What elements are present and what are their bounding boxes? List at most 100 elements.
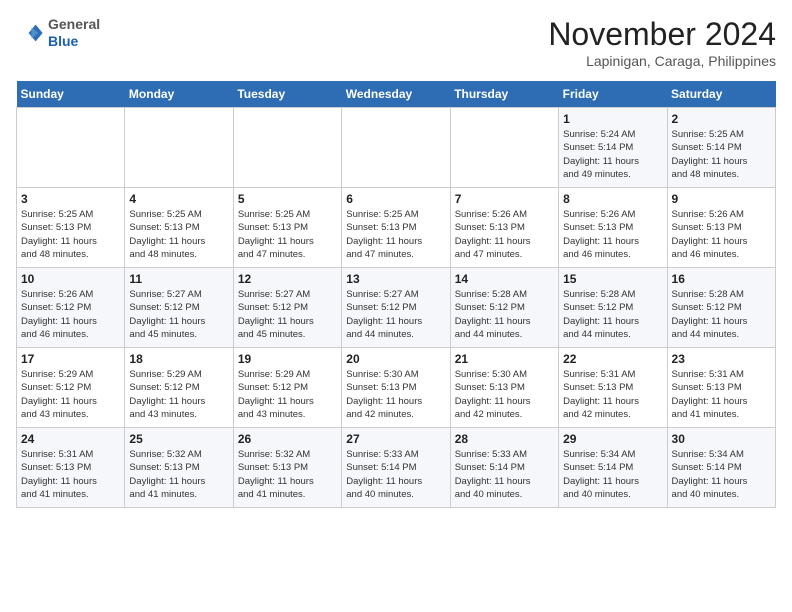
- weekday-header-thursday: Thursday: [450, 81, 558, 108]
- logo: General Blue: [16, 16, 100, 50]
- day-number: 22: [563, 352, 662, 366]
- calendar-week-4: 17 Sunrise: 5:29 AMSunset: 5:12 PMDayligh…: [17, 348, 776, 428]
- day-info: Sunrise: 5:30 AMSunset: 5:13 PMDaylight:…: [346, 368, 445, 421]
- day-info: Sunrise: 5:29 AMSunset: 5:12 PMDaylight:…: [129, 368, 228, 421]
- month-year-title: November 2024: [548, 16, 776, 53]
- title-block: November 2024 Lapinigan, Caraga, Philipp…: [548, 16, 776, 69]
- calendar-cell: 26Sunrise: 5:32 AMSunset: 5:13 PMDayligh…: [233, 428, 341, 508]
- calendar-cell: 4 Sunrise: 5:25 AMSunset: 5:13 PMDaylight…: [125, 188, 233, 268]
- day-number: 24: [21, 432, 120, 446]
- calendar-cell: 3 Sunrise: 5:25 AMSunset: 5:13 PMDaylight…: [17, 188, 125, 268]
- day-number: 23: [672, 352, 771, 366]
- calendar-cell: [125, 108, 233, 188]
- day-number: 25: [129, 432, 228, 446]
- calendar-cell: [17, 108, 125, 188]
- calendar-cell: 6 Sunrise: 5:25 AMSunset: 5:13 PMDaylight…: [342, 188, 450, 268]
- calendar-table: SundayMondayTuesdayWednesdayThursdayFrid…: [16, 81, 776, 508]
- calendar-cell: 28 Sunrise: 5:33 AMSunset: 5:14 PMDayligh…: [450, 428, 558, 508]
- weekday-header-sunday: Sunday: [17, 81, 125, 108]
- day-number: 10: [21, 272, 120, 286]
- weekday-header-friday: Friday: [559, 81, 667, 108]
- calendar-cell: 13 Sunrise: 5:27 AMSunset: 5:12 PMDayligh…: [342, 268, 450, 348]
- calendar-cell: 22Sunrise: 5:31 AMSunset: 5:13 PMDayligh…: [559, 348, 667, 428]
- day-info: Sunrise: 5:25 AMSunset: 5:13 PMDaylight:…: [238, 208, 337, 261]
- calendar-cell: 2 Sunrise: 5:25 AMSunset: 5:14 PMDaylight…: [667, 108, 775, 188]
- day-number: 5: [238, 192, 337, 206]
- day-info: Sunrise: 5:32 AMSunset: 5:13 PMDaylight:…: [238, 448, 337, 501]
- calendar-cell: [233, 108, 341, 188]
- day-number: 20: [346, 352, 445, 366]
- calendar-cell: 18Sunrise: 5:29 AMSunset: 5:12 PMDayligh…: [125, 348, 233, 428]
- day-info: Sunrise: 5:31 AMSunset: 5:13 PMDaylight:…: [672, 368, 771, 421]
- day-number: 15: [563, 272, 662, 286]
- calendar-cell: 25 Sunrise: 5:32 AMSunset: 5:13 PMDayligh…: [125, 428, 233, 508]
- calendar-cell: 19 Sunrise: 5:29 AMSunset: 5:12 PMDayligh…: [233, 348, 341, 428]
- calendar-cell: 29 Sunrise: 5:34 AMSunset: 5:14 PMDayligh…: [559, 428, 667, 508]
- calendar-cell: 8Sunrise: 5:26 AMSunset: 5:13 PMDaylight…: [559, 188, 667, 268]
- day-info: Sunrise: 5:33 AMSunset: 5:14 PMDaylight:…: [455, 448, 554, 501]
- calendar-cell: 24Sunrise: 5:31 AMSunset: 5:13 PMDayligh…: [17, 428, 125, 508]
- day-info: Sunrise: 5:29 AMSunset: 5:12 PMDaylight:…: [238, 368, 337, 421]
- day-info: Sunrise: 5:26 AMSunset: 5:12 PMDaylight:…: [21, 288, 120, 341]
- calendar-cell: 7 Sunrise: 5:26 AMSunset: 5:13 PMDaylight…: [450, 188, 558, 268]
- day-number: 12: [238, 272, 337, 286]
- day-info: Sunrise: 5:25 AMSunset: 5:13 PMDaylight:…: [346, 208, 445, 261]
- calendar-cell: 9Sunrise: 5:26 AMSunset: 5:13 PMDaylight…: [667, 188, 775, 268]
- day-number: 4: [129, 192, 228, 206]
- day-number: 3: [21, 192, 120, 206]
- day-info: Sunrise: 5:25 AMSunset: 5:13 PMDaylight:…: [21, 208, 120, 261]
- calendar-cell: 15 Sunrise: 5:28 AMSunset: 5:12 PMDayligh…: [559, 268, 667, 348]
- day-info: Sunrise: 5:26 AMSunset: 5:13 PMDaylight:…: [455, 208, 554, 261]
- calendar-cell: 5 Sunrise: 5:25 AMSunset: 5:13 PMDaylight…: [233, 188, 341, 268]
- weekday-header-saturday: Saturday: [667, 81, 775, 108]
- day-number: 7: [455, 192, 554, 206]
- day-info: Sunrise: 5:27 AMSunset: 5:12 PMDaylight:…: [346, 288, 445, 341]
- day-info: Sunrise: 5:28 AMSunset: 5:12 PMDaylight:…: [563, 288, 662, 341]
- day-info: Sunrise: 5:34 AMSunset: 5:14 PMDaylight:…: [672, 448, 771, 501]
- day-number: 2: [672, 112, 771, 126]
- calendar-cell: 17 Sunrise: 5:29 AMSunset: 5:12 PMDayligh…: [17, 348, 125, 428]
- calendar-cell: 27Sunrise: 5:33 AMSunset: 5:14 PMDayligh…: [342, 428, 450, 508]
- day-number: 19: [238, 352, 337, 366]
- day-number: 1: [563, 112, 662, 126]
- day-number: 11: [129, 272, 228, 286]
- day-number: 30: [672, 432, 771, 446]
- calendar-cell: [450, 108, 558, 188]
- calendar-week-1: 1 Sunrise: 5:24 AMSunset: 5:14 PMDaylight…: [17, 108, 776, 188]
- page-header: General Blue November 2024 Lapinigan, Ca…: [16, 16, 776, 69]
- day-number: 14: [455, 272, 554, 286]
- day-number: 6: [346, 192, 445, 206]
- calendar-week-2: 3 Sunrise: 5:25 AMSunset: 5:13 PMDaylight…: [17, 188, 776, 268]
- day-info: Sunrise: 5:26 AMSunset: 5:13 PMDaylight:…: [563, 208, 662, 261]
- calendar-cell: 11 Sunrise: 5:27 AMSunset: 5:12 PMDayligh…: [125, 268, 233, 348]
- day-info: Sunrise: 5:25 AMSunset: 5:14 PMDaylight:…: [672, 128, 771, 181]
- calendar-week-3: 10 Sunrise: 5:26 AMSunset: 5:12 PMDayligh…: [17, 268, 776, 348]
- calendar-cell: 21 Sunrise: 5:30 AMSunset: 5:13 PMDayligh…: [450, 348, 558, 428]
- day-info: Sunrise: 5:25 AMSunset: 5:13 PMDaylight:…: [129, 208, 228, 261]
- day-info: Sunrise: 5:32 AMSunset: 5:13 PMDaylight:…: [129, 448, 228, 501]
- day-number: 29: [563, 432, 662, 446]
- calendar-cell: 14Sunrise: 5:28 AMSunset: 5:12 PMDayligh…: [450, 268, 558, 348]
- calendar-cell: 10 Sunrise: 5:26 AMSunset: 5:12 PMDayligh…: [17, 268, 125, 348]
- calendar-cell: 23 Sunrise: 5:31 AMSunset: 5:13 PMDayligh…: [667, 348, 775, 428]
- day-info: Sunrise: 5:33 AMSunset: 5:14 PMDaylight:…: [346, 448, 445, 501]
- day-info: Sunrise: 5:28 AMSunset: 5:12 PMDaylight:…: [672, 288, 771, 341]
- day-info: Sunrise: 5:30 AMSunset: 5:13 PMDaylight:…: [455, 368, 554, 421]
- calendar-cell: 12 Sunrise: 5:27 AMSunset: 5:12 PMDayligh…: [233, 268, 341, 348]
- calendar-cell: 1 Sunrise: 5:24 AMSunset: 5:14 PMDaylight…: [559, 108, 667, 188]
- calendar-cell: 16 Sunrise: 5:28 AMSunset: 5:12 PMDayligh…: [667, 268, 775, 348]
- day-info: Sunrise: 5:27 AMSunset: 5:12 PMDaylight:…: [238, 288, 337, 341]
- day-number: 13: [346, 272, 445, 286]
- day-number: 17: [21, 352, 120, 366]
- day-number: 16: [672, 272, 771, 286]
- day-info: Sunrise: 5:34 AMSunset: 5:14 PMDaylight:…: [563, 448, 662, 501]
- day-info: Sunrise: 5:26 AMSunset: 5:13 PMDaylight:…: [672, 208, 771, 261]
- day-number: 28: [455, 432, 554, 446]
- day-number: 21: [455, 352, 554, 366]
- logo-text: General Blue: [48, 16, 100, 50]
- weekday-header-tuesday: Tuesday: [233, 81, 341, 108]
- day-info: Sunrise: 5:24 AMSunset: 5:14 PMDaylight:…: [563, 128, 662, 181]
- day-info: Sunrise: 5:29 AMSunset: 5:12 PMDaylight:…: [21, 368, 120, 421]
- calendar-cell: 30 Sunrise: 5:34 AMSunset: 5:14 PMDayligh…: [667, 428, 775, 508]
- day-info: Sunrise: 5:27 AMSunset: 5:12 PMDaylight:…: [129, 288, 228, 341]
